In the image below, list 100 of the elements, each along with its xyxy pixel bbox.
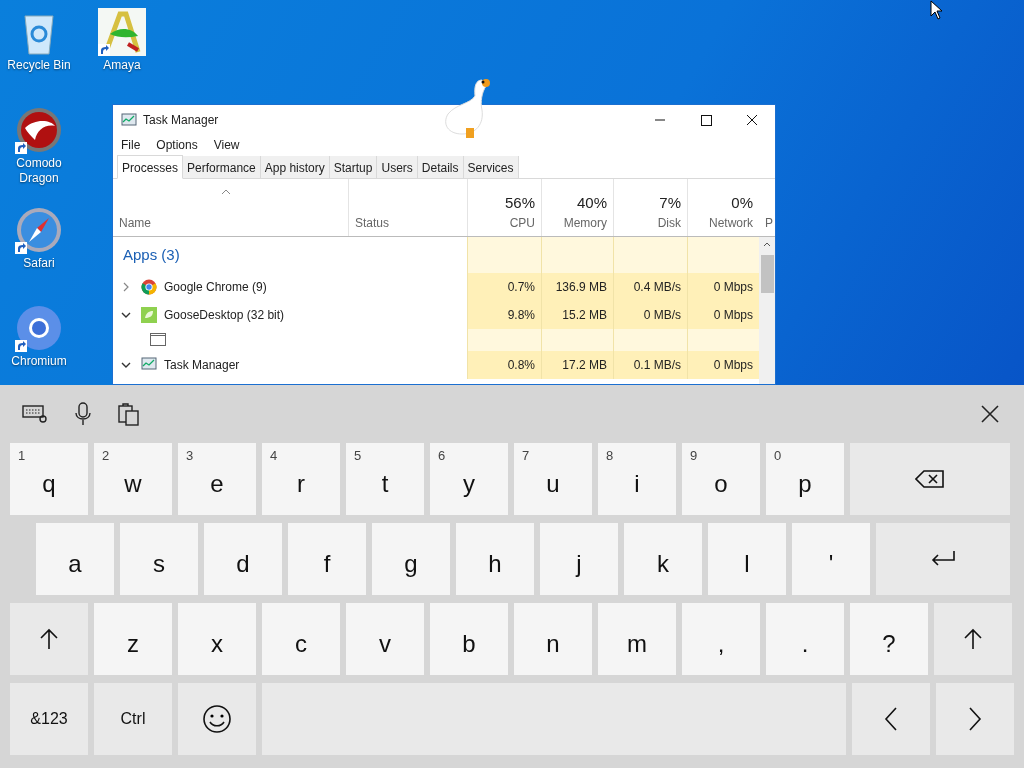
key-hint: 9 <box>690 447 698 465</box>
column-header[interactable]: Disk <box>657 214 681 232</box>
tab[interactable]: Users <box>377 156 418 178</box>
key[interactable]: 0 p <box>766 443 844 515</box>
key[interactable]: g <box>372 523 450 595</box>
key-hint: 7 <box>522 447 530 465</box>
close-icon[interactable] <box>980 404 1000 424</box>
key[interactable]: h <box>456 523 534 595</box>
menu-item[interactable]: Options <box>154 136 200 154</box>
key[interactable]: v <box>346 603 424 675</box>
tab[interactable]: Processes <box>117 155 184 179</box>
column-header[interactable]: P <box>765 214 775 232</box>
key[interactable]: 9 o <box>682 443 760 515</box>
clipboard-icon[interactable] <box>118 402 140 426</box>
key[interactable]: 6 y <box>430 443 508 515</box>
window-title: Task Manager <box>143 112 220 129</box>
table-cell: 15.2 MB <box>541 301 613 329</box>
tab[interactable]: Startup <box>329 156 378 178</box>
tab[interactable]: Details <box>417 156 464 178</box>
func-key[interactable]: Ctrl <box>94 683 172 755</box>
key[interactable]: f <box>288 523 366 595</box>
enter-icon <box>930 550 956 568</box>
key-hint: 1 <box>18 447 26 465</box>
expand-chevron-icon[interactable] <box>121 282 131 292</box>
key-label: u <box>546 469 560 499</box>
keyboard-settings-icon[interactable] <box>22 404 48 424</box>
key-label: &123 <box>30 709 68 729</box>
collapse-chevron-icon[interactable] <box>121 360 131 370</box>
key[interactable]: 7 u <box>514 443 592 515</box>
smiley-icon <box>202 704 232 734</box>
key[interactable]: 3 e <box>178 443 256 515</box>
tab[interactable]: Services <box>463 156 519 178</box>
scrollbar[interactable] <box>759 237 775 384</box>
key-label: c <box>295 629 307 659</box>
key[interactable]: l <box>708 523 786 595</box>
key[interactable]: x <box>178 603 256 675</box>
key[interactable]: 1 q <box>10 443 88 515</box>
mouse-cursor-icon <box>930 0 943 20</box>
collapse-chevron-icon[interactable] <box>121 310 131 320</box>
key-label: i <box>634 469 640 499</box>
column-percent: 0% <box>731 192 753 213</box>
desktop-icon-label[interactable]: Comodo Dragon <box>3 156 75 186</box>
key-label: g <box>404 549 418 579</box>
key[interactable]: z <box>94 603 172 675</box>
key[interactable]: k <box>624 523 702 595</box>
key[interactable]: 5 t <box>346 443 424 515</box>
column-header[interactable]: Name <box>119 214 348 232</box>
key[interactable]: 8 i <box>598 443 676 515</box>
scroll-up-icon[interactable] <box>763 241 771 247</box>
backspace-icon <box>915 469 945 489</box>
table-cell: 0.4 MB/s <box>613 273 687 301</box>
key-label: r <box>297 469 305 499</box>
up-arrow-icon <box>963 628 983 650</box>
key[interactable]: m <box>598 603 676 675</box>
key-label: v <box>379 629 391 659</box>
table-cell: 136.9 MB <box>541 273 613 301</box>
key[interactable]: d <box>204 523 282 595</box>
key[interactable]: c <box>262 603 340 675</box>
compass-icon[interactable] <box>15 206 63 254</box>
key[interactable]: ? <box>850 603 928 675</box>
menu-item[interactable]: File <box>119 136 143 154</box>
up-arrow-icon <box>39 628 59 650</box>
table-cell: 17.2 MB <box>541 351 613 379</box>
key-hint: 4 <box>270 447 278 465</box>
desktop-icon-label[interactable]: Safari <box>23 256 55 271</box>
letter-a-logo-icon[interactable] <box>98 8 146 56</box>
key[interactable]: n <box>514 603 592 675</box>
key-label: o <box>714 469 728 499</box>
chromium-logo-icon[interactable] <box>15 304 63 352</box>
key[interactable]: 4 r <box>262 443 340 515</box>
desktop-icon-label[interactable]: Recycle Bin <box>7 58 71 73</box>
sort-caret-icon[interactable] <box>221 189 231 195</box>
tab[interactable]: App history <box>260 156 330 178</box>
scrollbar-thumb[interactable] <box>760 255 774 293</box>
key[interactable]: 2 w <box>94 443 172 515</box>
column-header[interactable]: Status <box>355 214 467 232</box>
column-header[interactable]: Memory <box>563 214 607 232</box>
func-key[interactable]: &123 <box>10 683 88 755</box>
key[interactable]: , <box>682 603 760 675</box>
key[interactable]: j <box>540 523 618 595</box>
key-label: w <box>124 469 142 499</box>
key[interactable]: ' <box>792 523 870 595</box>
key-label: f <box>323 549 331 579</box>
key[interactable]: a <box>36 523 114 595</box>
key-label: b <box>462 629 476 659</box>
column-header[interactable]: Network <box>709 214 753 232</box>
microphone-icon[interactable] <box>74 402 92 426</box>
emoji-key[interactable] <box>178 683 256 755</box>
key[interactable]: s <box>120 523 198 595</box>
column-header[interactable]: CPU <box>509 214 535 232</box>
desktop-icon-label[interactable]: Amaya <box>103 58 141 73</box>
desktop-icon-label[interactable]: Chromium <box>11 354 67 369</box>
menu-item[interactable]: View <box>211 136 242 154</box>
key-label: j <box>576 549 582 579</box>
key[interactable]: . <box>766 603 844 675</box>
dragon-eye-icon[interactable] <box>15 106 63 154</box>
tab[interactable]: Performance <box>183 156 261 178</box>
chart-window-icon <box>141 357 157 373</box>
key-label: m <box>627 629 647 659</box>
key[interactable]: b <box>430 603 508 675</box>
